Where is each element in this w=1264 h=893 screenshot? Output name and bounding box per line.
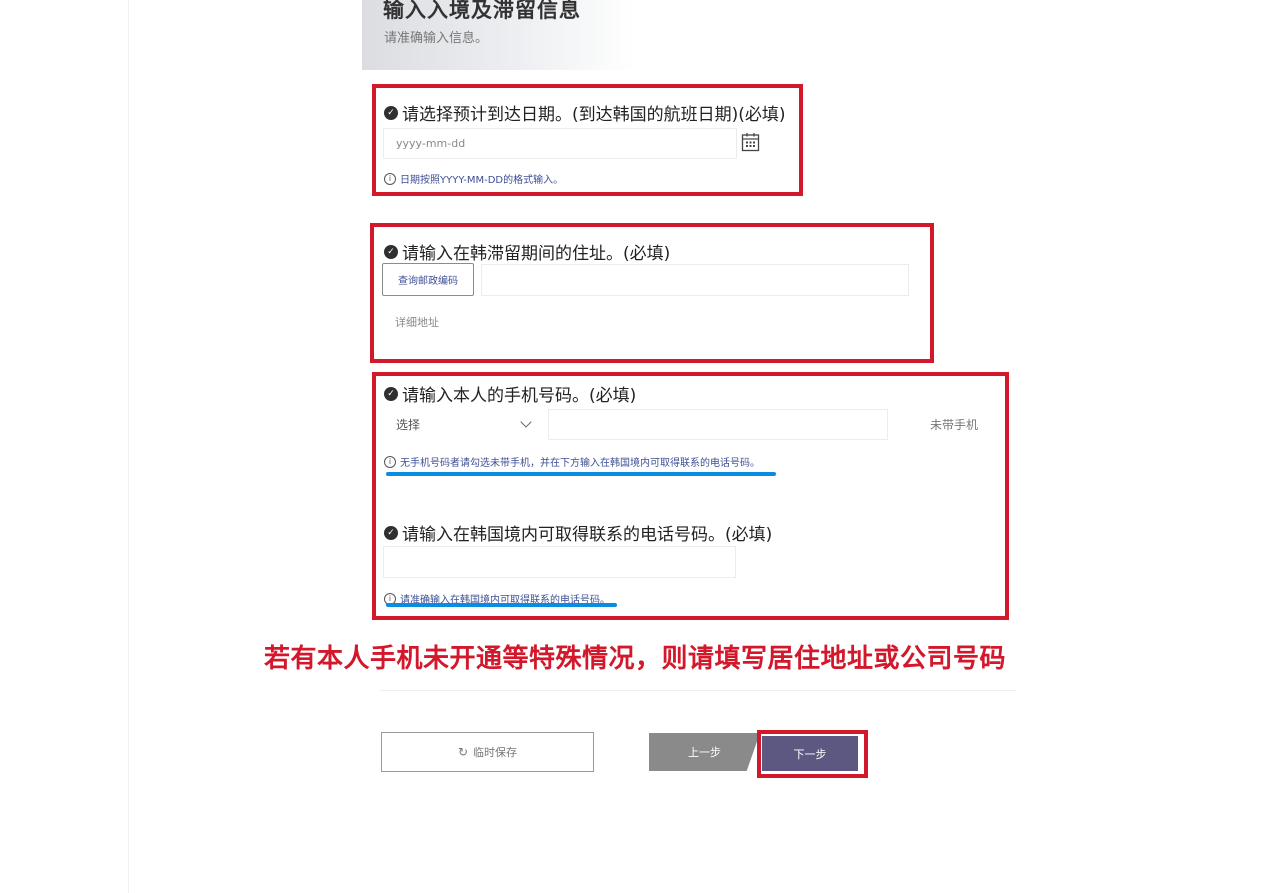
detail-address-placeholder: 详细地址 [395, 315, 439, 329]
next-step-button[interactable]: 下一步 [762, 736, 858, 771]
previous-step-button[interactable]: 上一步 [649, 733, 760, 771]
special-case-notice: 若有本人手机未开通等特殊情况，则请填写居住地址或公司号码 [264, 644, 1007, 674]
check-icon: ✓ [384, 525, 398, 540]
arrival-hint: i 日期按照YYYY-MM-DD的格式输入。 [384, 171, 563, 186]
phone-question: ✓ 请输入本人的手机号码。(必填) [384, 381, 636, 406]
contact-question: ✓ 请输入在韩国境内可取得联系的电话号码。(必填) [384, 520, 772, 545]
arrival-question-text: 请选择预计到达日期。(到达韩国的航班日期)(必填) [402, 105, 786, 125]
phone-hint: i 无手机号码者请勾选未带手机，并在下方输入在韩国境内可取得联系的电话号码。 [384, 454, 760, 469]
arrival-hint-text: 日期按照YYYY-MM-DD的格式输入。 [400, 175, 564, 186]
check-icon: ✓ [384, 386, 398, 401]
phone-hint-text: 无手机号码者请勾选未带手机，并在下方输入在韩国境内可取得联系的电话号码。 [400, 458, 760, 469]
calendar-icon[interactable] [741, 132, 760, 156]
detail-address-input[interactable]: 详细地址 [383, 306, 907, 337]
contact-phone-input[interactable] [383, 546, 736, 578]
country-code-select[interactable]: 选择 [382, 409, 542, 440]
address-question: ✓ 请输入在韩滞留期间的住址。(必填) [384, 239, 670, 264]
check-icon: ✓ [384, 244, 398, 259]
info-icon: i [384, 455, 396, 468]
postal-code-input[interactable] [481, 264, 909, 296]
phone-number-input[interactable] [548, 409, 888, 440]
phone-question-text: 请输入本人的手机号码。(必填) [402, 386, 637, 406]
country-code-select-value: 选择 [396, 418, 421, 432]
info-icon: i [384, 172, 396, 185]
temporary-save-button[interactable]: ↻ 临时保存 [381, 732, 594, 772]
arrival-date-input[interactable]: yyyy-mm-dd [383, 128, 737, 159]
check-icon: ✓ [384, 105, 398, 120]
refresh-icon: ↻ [457, 745, 469, 759]
contact-hint-underline [386, 603, 617, 607]
page-left-border [128, 0, 129, 893]
temporary-save-label: 临时保存 [473, 746, 518, 759]
postal-code-search-button[interactable]: 查询邮政编码 [382, 263, 474, 296]
no-phone-checkbox-label[interactable]: 未带手机 [930, 416, 978, 433]
chevron-down-icon [520, 416, 532, 428]
phone-hint-underline [386, 472, 776, 476]
address-question-text: 请输入在韩滞留期间的住址。(必填) [402, 244, 671, 264]
contact-question-text: 请输入在韩国境内可取得联系的电话号码。(必填) [402, 525, 773, 545]
arrival-question: ✓ 请选择预计到达日期。(到达韩国的航班日期)(必填) [384, 100, 786, 125]
divider [380, 690, 1016, 691]
page-subtitle: 请准确输入信息。 [384, 31, 489, 46]
arrival-date-placeholder: yyyy-mm-dd [396, 137, 466, 150]
page-title: 输入入境及滞留信息 [383, 0, 581, 22]
